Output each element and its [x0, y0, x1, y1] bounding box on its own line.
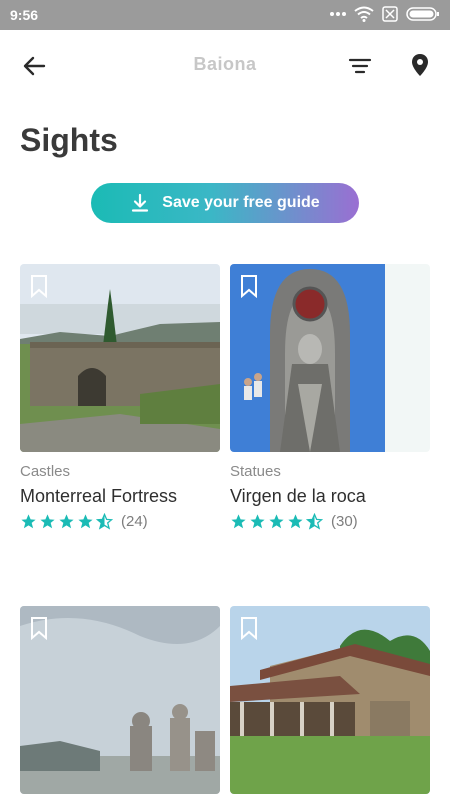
- map-pin-icon: [412, 54, 428, 76]
- save-guide-button[interactable]: Save your free guide: [91, 183, 359, 223]
- card-image: [20, 264, 220, 452]
- sight-card-3[interactable]: [20, 606, 220, 794]
- card-rating: (24): [20, 513, 220, 530]
- star-icon: [40, 514, 55, 529]
- bookmark-icon[interactable]: [240, 616, 258, 640]
- card-category: Castles: [20, 463, 71, 480]
- card-category: Statues: [230, 463, 281, 480]
- star-icon: [231, 514, 246, 529]
- map-button[interactable]: [406, 50, 434, 80]
- star-icon: [21, 514, 36, 529]
- rating-count: (30): [331, 513, 358, 530]
- filter-icon: [348, 58, 372, 74]
- dots-icon: [330, 11, 346, 17]
- filter-button[interactable]: [346, 52, 374, 80]
- card-image: [20, 606, 220, 794]
- battery-icon: [406, 7, 440, 21]
- card-name: Virgen de la roca: [230, 486, 366, 506]
- card-image: [230, 606, 430, 794]
- rating-count: (24): [121, 513, 148, 530]
- status-time: 9:56: [10, 7, 39, 23]
- card-image: [230, 264, 430, 452]
- header-title: Baiona: [193, 54, 257, 74]
- sight-card-4[interactable]: [230, 606, 430, 794]
- star-icon: [59, 514, 74, 529]
- sight-card-virgen[interactable]: Statues Virgen de la roca (30): [230, 264, 430, 530]
- star-icon: [269, 514, 284, 529]
- status-bar: 9:56: [0, 0, 450, 30]
- save-guide-label: Save your free guide: [162, 194, 320, 211]
- bookmark-icon[interactable]: [30, 616, 48, 640]
- app-header: Baiona: [0, 30, 450, 102]
- half-star-icon: [306, 513, 323, 530]
- card-rating: (30): [230, 513, 430, 530]
- download-icon: [132, 193, 149, 212]
- star-icon: [78, 514, 93, 529]
- page-title: Sights: [20, 122, 118, 158]
- bookmark-icon[interactable]: [30, 274, 48, 298]
- status-icons: [330, 6, 440, 22]
- star-icon: [250, 514, 265, 529]
- half-star-icon: [96, 513, 113, 530]
- wifi-icon: [354, 6, 374, 22]
- sight-card-monterreal[interactable]: Castles Monterreal Fortress (24): [20, 264, 220, 530]
- star-icon: [288, 514, 303, 529]
- no-sim-icon: [382, 6, 398, 22]
- bookmark-icon[interactable]: [240, 274, 258, 298]
- card-name: Monterreal Fortress: [20, 486, 178, 506]
